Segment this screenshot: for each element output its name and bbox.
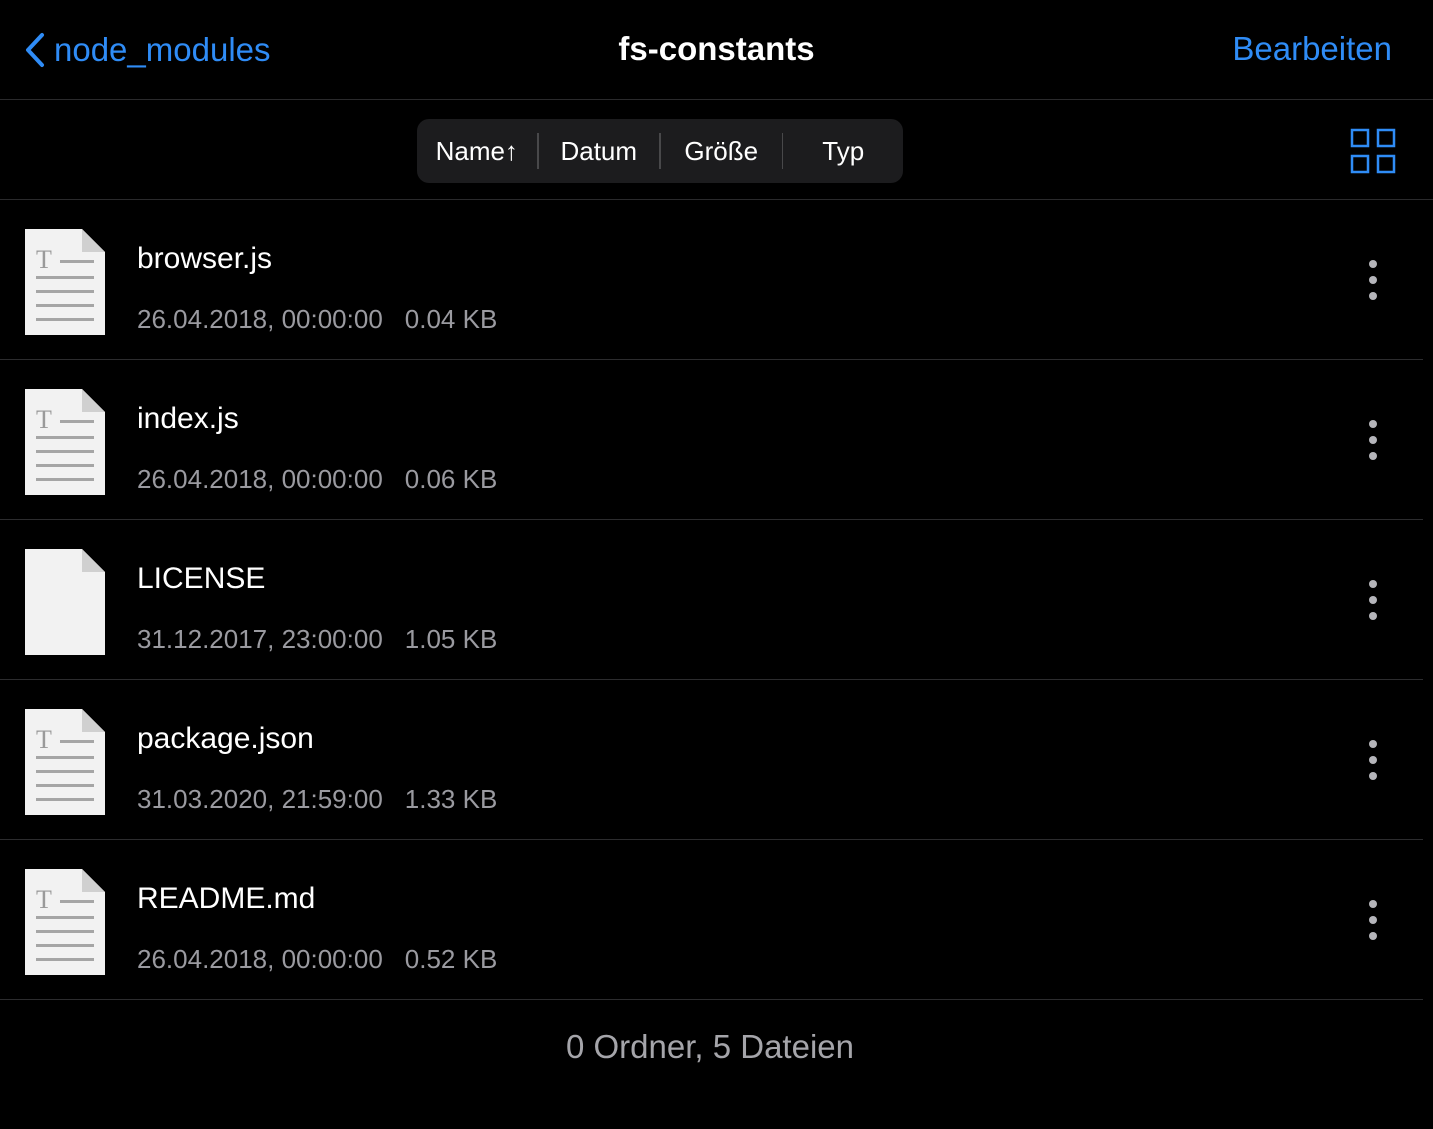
file-name: index.js	[137, 402, 239, 435]
sort-date-label: Datum	[560, 135, 638, 166]
blank-document-icon	[25, 549, 105, 655]
svg-text:T: T	[36, 725, 52, 754]
file-size: 0.06 KB	[404, 464, 498, 494]
sort-toolbar: Name↑ Datum Größe Typ	[0, 100, 1433, 200]
more-options-icon[interactable]	[1353, 730, 1393, 790]
file-date: 26.04.2018, 00:00:00	[137, 304, 383, 334]
text-document-icon: T	[25, 709, 105, 815]
file-size: 0.04 KB	[404, 304, 498, 334]
file-row-index-js[interactable]: T index.js 26.04.2018, 00:00:00 0.06 KB	[0, 360, 1423, 520]
svg-text:T: T	[36, 885, 52, 914]
sort-by-type-button[interactable]: Typ	[783, 119, 903, 183]
file-date: 31.03.2020, 21:59:00	[137, 784, 383, 814]
text-document-icon: T	[25, 869, 105, 975]
file-meta: 26.04.2018, 00:00:00 0.52 KB	[137, 944, 497, 975]
file-meta: 26.04.2018, 00:00:00 0.04 KB	[137, 304, 497, 335]
file-row-readme-md[interactable]: T README.md 26.04.2018, 00:00:00 0.52 KB	[0, 840, 1423, 1000]
svg-text:T: T	[36, 405, 52, 434]
sort-by-size-button[interactable]: Größe	[661, 119, 782, 183]
grid-view-icon[interactable]	[1350, 128, 1396, 174]
file-size: 0.52 KB	[404, 944, 498, 974]
svg-text:T: T	[36, 245, 52, 274]
sort-name-label: Name↑	[435, 135, 518, 166]
text-document-icon: T	[25, 389, 105, 495]
sort-by-name-button[interactable]: Name↑	[417, 119, 537, 183]
file-name: browser.js	[137, 242, 273, 275]
file-row-license[interactable]: LICENSE 31.12.2017, 23:00:00 1.05 KB	[0, 520, 1423, 680]
page-title: fs-constants	[618, 30, 815, 67]
file-date: 26.04.2018, 00:00:00	[137, 944, 383, 974]
sort-type-label: Typ	[822, 135, 865, 166]
file-row-package-json[interactable]: T package.json 31.03.2020, 21:59:00 1.33…	[0, 680, 1423, 840]
text-document-icon: T	[25, 229, 105, 335]
more-options-icon[interactable]	[1353, 890, 1393, 950]
edit-button[interactable]: Bearbeiten	[1232, 30, 1392, 68]
file-meta: 31.03.2020, 21:59:00 1.33 KB	[137, 784, 497, 815]
file-date: 31.12.2017, 23:00:00	[137, 624, 383, 654]
file-size: 1.33 KB	[404, 784, 498, 814]
file-meta: 26.04.2018, 00:00:00 0.06 KB	[137, 464, 497, 495]
file-meta: 31.12.2017, 23:00:00 1.05 KB	[137, 624, 497, 655]
file-name: package.json	[137, 722, 314, 755]
more-options-icon[interactable]	[1353, 250, 1393, 310]
file-size: 1.05 KB	[404, 624, 498, 654]
file-row-browser-js[interactable]: T browser.js 26.04.2018, 00:00:00 0.04 K…	[0, 200, 1423, 360]
file-date: 26.04.2018, 00:00:00	[137, 464, 383, 494]
more-options-icon[interactable]	[1353, 570, 1393, 630]
file-count-summary: 0 Ordner, 5 Dateien	[565, 1028, 854, 1065]
sort-segmented-control: Name↑ Datum Größe Typ	[417, 119, 903, 183]
navigation-bar: node_modules fs-constants Bearbeiten	[0, 0, 1433, 100]
sort-by-date-button[interactable]: Datum	[539, 119, 660, 183]
file-name: LICENSE	[137, 562, 266, 595]
file-list: T browser.js 26.04.2018, 00:00:00 0.04 K…	[0, 200, 1433, 1000]
sort-size-label: Größe	[684, 135, 759, 166]
more-options-icon[interactable]	[1353, 410, 1393, 470]
file-name: README.md	[137, 882, 316, 915]
